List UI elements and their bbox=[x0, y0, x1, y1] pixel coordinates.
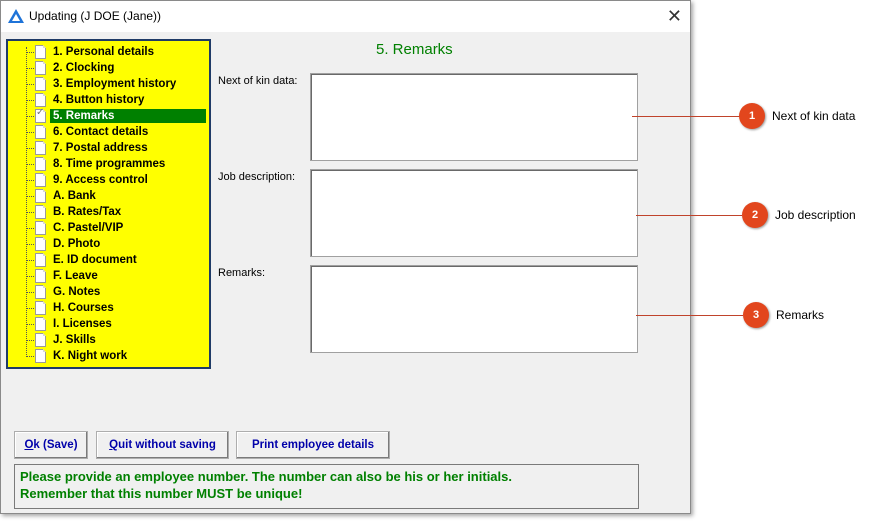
print-employee-details-button[interactable]: Print employee details bbox=[236, 431, 390, 459]
tree-item[interactable]: 3. Employment history bbox=[8, 76, 208, 92]
page-icon bbox=[35, 141, 46, 155]
title-bar: Updating (J DOE (Jane)) ✕ bbox=[1, 1, 690, 32]
page-icon bbox=[35, 317, 46, 331]
page-icon bbox=[35, 349, 46, 363]
page-icon bbox=[35, 333, 46, 347]
page-icon bbox=[35, 253, 46, 267]
tree-item-label: I. Licenses bbox=[53, 318, 112, 330]
tree-item[interactable]: 6. Contact details bbox=[8, 124, 208, 140]
page-icon bbox=[35, 285, 46, 299]
next-of-kin-label: Next of kin data: bbox=[218, 75, 298, 87]
tree-item[interactable]: J. Skills bbox=[8, 332, 208, 348]
tree-item[interactable]: C. Pastel/VIP bbox=[8, 220, 208, 236]
tree-item-label: J. Skills bbox=[53, 334, 96, 346]
tree-item[interactable]: 8. Time programmes bbox=[8, 156, 208, 172]
callout-badge-2: 2 bbox=[742, 202, 768, 228]
callout-badge-1: 1 bbox=[739, 103, 765, 129]
tree-item[interactable]: 1. Personal details bbox=[8, 44, 208, 60]
quit-label: uit without saving bbox=[118, 439, 216, 451]
tree-item[interactable]: F. Leave bbox=[8, 268, 208, 284]
page-icon bbox=[35, 157, 46, 171]
status-message: Please provide an employee number. The n… bbox=[14, 464, 639, 509]
tree-item-label: 3. Employment history bbox=[53, 78, 177, 90]
tree-item-label: 9. Access control bbox=[53, 174, 148, 186]
remarks-label: Remarks: bbox=[218, 267, 266, 279]
tree-item-label: K. Night work bbox=[53, 350, 128, 362]
update-employee-window: Updating (J DOE (Jane)) ✕ 1. Personal de… bbox=[0, 0, 691, 514]
callout-line-3 bbox=[636, 315, 743, 316]
tree-item-label: 4. Button history bbox=[53, 94, 145, 106]
ok-save-button[interactable]: Ok (Save) bbox=[14, 431, 88, 459]
callout-label-2: Job description bbox=[775, 208, 856, 222]
tree-item-label: A. Bank bbox=[53, 190, 96, 202]
app-logo-icon bbox=[8, 9, 24, 23]
window-title: Updating (J DOE (Jane)) bbox=[29, 9, 162, 23]
page-icon bbox=[35, 125, 46, 139]
page-icon bbox=[35, 237, 46, 251]
status-line-2: Remember that this number MUST be unique… bbox=[20, 486, 303, 501]
tree-item-label: 6. Contact details bbox=[53, 126, 149, 138]
job-description-label: Job description: bbox=[218, 171, 296, 183]
section-tree: 1. Personal details 2. Clocking 3. Employm… bbox=[6, 39, 211, 369]
tree-item[interactable]: 4. Button history bbox=[8, 92, 208, 108]
ok-label: k (Save) bbox=[33, 439, 78, 451]
tree-item-label: F. Leave bbox=[53, 270, 98, 282]
page-icon bbox=[35, 205, 46, 219]
tree-item-label: E. ID document bbox=[53, 254, 137, 266]
callout-label-1: Next of kin data bbox=[772, 109, 856, 123]
page-icon bbox=[35, 269, 46, 283]
tree-item-label: C. Pastel/VIP bbox=[53, 222, 124, 234]
callout-line-2 bbox=[636, 215, 742, 216]
status-line-1: Please provide an employee number. The n… bbox=[20, 469, 512, 484]
tree-item[interactable]: 7. Postal address bbox=[8, 140, 208, 156]
next-of-kin-field[interactable] bbox=[310, 73, 638, 161]
tree-item[interactable]: 9. Access control bbox=[8, 172, 208, 188]
tree-item[interactable]: B. Rates/Tax bbox=[8, 204, 208, 220]
remarks-field[interactable] bbox=[310, 265, 638, 353]
tree-item-label: 2. Clocking bbox=[53, 62, 115, 74]
tree-item[interactable]: 2. Clocking bbox=[8, 60, 208, 76]
tree-item-label: H. Courses bbox=[53, 302, 114, 314]
page-icon bbox=[35, 61, 46, 75]
quit-hotkey: Q bbox=[109, 439, 119, 451]
tree-item[interactable]: H. Courses bbox=[8, 300, 208, 316]
tree-item[interactable]: I. Licenses bbox=[8, 316, 208, 332]
tree-item[interactable]: E. ID document bbox=[8, 252, 208, 268]
page-icon bbox=[35, 301, 46, 315]
tree-item[interactable]: A. Bank bbox=[8, 188, 208, 204]
callout-label-3: Remarks bbox=[776, 308, 825, 322]
section-title: 5. Remarks bbox=[376, 41, 453, 58]
callout-badge-3: 3 bbox=[743, 302, 769, 328]
callout-line-1 bbox=[632, 116, 740, 117]
check-icon: ✓ bbox=[36, 107, 45, 118]
tree-item[interactable]: G. Notes bbox=[8, 284, 208, 300]
tree-item[interactable]: D. Photo bbox=[8, 236, 208, 252]
page-icon bbox=[35, 173, 46, 187]
tree-item-label: G. Notes bbox=[53, 286, 101, 298]
tree-item-label: 1. Personal details bbox=[53, 46, 154, 58]
close-icon[interactable]: ✕ bbox=[667, 6, 682, 26]
tree-item-label: 7. Postal address bbox=[53, 142, 148, 154]
page-icon bbox=[35, 221, 46, 235]
page-icon bbox=[35, 77, 46, 91]
tree-item-label: D. Photo bbox=[53, 238, 101, 250]
tree-item[interactable]: ✓ 5. Remarks bbox=[8, 107, 208, 124]
job-description-field[interactable] bbox=[310, 169, 638, 257]
page-icon bbox=[35, 189, 46, 203]
quit-without-saving-button[interactable]: Quit without saving bbox=[96, 431, 229, 459]
page-icon bbox=[35, 45, 46, 59]
page-icon bbox=[35, 93, 46, 107]
tree-item-label: 8. Time programmes bbox=[53, 158, 166, 170]
tree-item[interactable]: K. Night work bbox=[8, 348, 208, 364]
tree-item-label: 5. Remarks bbox=[50, 109, 206, 123]
tree-item-label: B. Rates/Tax bbox=[53, 206, 122, 218]
